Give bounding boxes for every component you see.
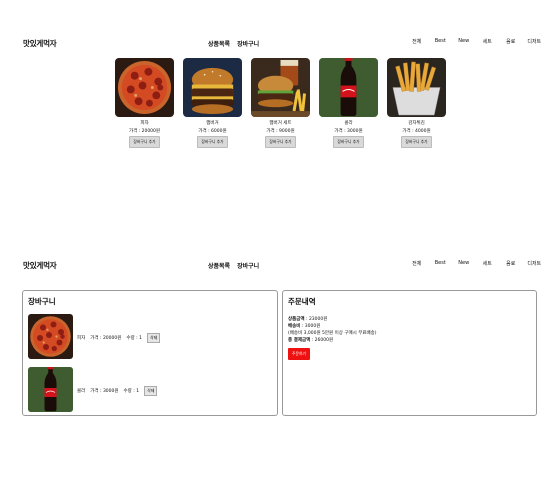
site-logo[interactable]: 맛있게먹자 bbox=[23, 260, 57, 271]
product-name: 피자 bbox=[140, 121, 149, 126]
product-price: 가격 : 20000원 bbox=[128, 129, 161, 134]
product-card: 피자 가격 : 20000원 장바구니 추가 bbox=[115, 58, 174, 148]
burger-image[interactable] bbox=[183, 58, 242, 117]
nav-product-list[interactable]: 상품목록 bbox=[208, 39, 230, 48]
product-name: 콜라 bbox=[344, 121, 353, 126]
cart-title: 장바구니 bbox=[28, 297, 56, 306]
cart-page-header: 맛있게먹자 상품목록 장바구니 전체 Best New 세트 음료 디저트 bbox=[0, 258, 560, 274]
site-logo[interactable]: 맛있게먹자 bbox=[23, 38, 57, 49]
product-name: 햄버거 세트 bbox=[269, 121, 292, 126]
add-to-cart-button[interactable]: 장바구니 추가 bbox=[197, 136, 228, 148]
main-nav: 상품목록 장바구니 bbox=[208, 39, 259, 48]
category-drink[interactable]: 음료 bbox=[499, 260, 523, 267]
product-card: 햄버거 세트 가격 : 9000원 장바구니 추가 bbox=[251, 58, 310, 148]
add-to-cart-button[interactable]: 장바구니 추가 bbox=[129, 136, 160, 148]
cola-image[interactable] bbox=[319, 58, 378, 117]
order-lines: 상품금액 : 23000원 배송비 : 3000원 (배송비 3,000원 5만… bbox=[288, 316, 377, 344]
category-new[interactable]: New bbox=[452, 38, 476, 45]
product-price: 가격 : 9000원 bbox=[266, 129, 295, 134]
category-nav: 전체 Best New 세트 음료 디저트 bbox=[405, 260, 546, 267]
category-dessert[interactable]: 디저트 bbox=[523, 38, 547, 45]
cart-item-name: 콜라 bbox=[77, 389, 86, 394]
product-name: 감자튀김 bbox=[408, 121, 425, 126]
shipping-line: 배송비 : 3000원 bbox=[288, 324, 321, 329]
category-drink[interactable]: 음료 bbox=[499, 38, 523, 45]
category-all[interactable]: 전체 bbox=[405, 38, 429, 45]
cart-item-price: 가격 : 3000원 bbox=[90, 389, 119, 394]
product-price: 가격 : 4000원 bbox=[402, 129, 431, 134]
category-all[interactable]: 전체 bbox=[405, 260, 429, 267]
category-nav: 전체 Best New 세트 음료 디저트 bbox=[405, 38, 546, 45]
cart-item-qty: 수량 : 1 bbox=[126, 336, 142, 341]
place-order-button[interactable]: 주문하기 bbox=[288, 348, 310, 360]
cart-item-name: 피자 bbox=[77, 336, 86, 341]
category-best[interactable]: Best bbox=[429, 260, 453, 267]
subtotal-line: 상품금액 : 23000원 bbox=[288, 317, 328, 322]
shipping-note: (배송비 3,000원 5만원 이상 구매시 무료배송) bbox=[288, 331, 377, 336]
nav-cart[interactable]: 장바구니 bbox=[237, 39, 259, 48]
pizza-image bbox=[28, 314, 73, 359]
category-new[interactable]: New bbox=[452, 260, 476, 267]
add-to-cart-button[interactable]: 장바구니 추가 bbox=[333, 136, 364, 148]
cart-item-price: 가격 : 20000원 bbox=[90, 336, 122, 341]
category-best[interactable]: Best bbox=[429, 38, 453, 45]
order-title: 주문내역 bbox=[288, 297, 316, 306]
product-card: 감자튀김 가격 : 4000원 장바구니 추가 bbox=[387, 58, 446, 148]
cart-item-info: 콜라 가격 : 3000원 수량 : 1 삭제 bbox=[77, 386, 158, 396]
cart-item-qty: 수량 : 1 bbox=[123, 389, 140, 394]
top-header: 맛있게먹자 상품목록 장바구니 전체 Best New 세트 음료 디저트 bbox=[0, 36, 560, 52]
delete-button[interactable]: 삭제 bbox=[146, 333, 161, 343]
product-card: 콜라 가격 : 3000원 장바구니 추가 bbox=[319, 58, 378, 148]
main-nav: 상품목록 장바구니 bbox=[208, 261, 259, 270]
product-name: 햄버거 bbox=[206, 121, 219, 126]
cart-item: 콜라 가격 : 3000원 수량 : 1 삭제 bbox=[28, 367, 268, 413]
add-to-cart-button[interactable]: 장바구니 추가 bbox=[401, 136, 432, 148]
cart-item-info: 피자 가격 : 20000원 수량 : 1 삭제 bbox=[77, 333, 161, 343]
delete-button[interactable]: 삭제 bbox=[144, 386, 158, 396]
order-summary-panel: 주문내역 상품금액 : 23000원 배송비 : 3000원 (배송비 3,00… bbox=[282, 290, 537, 416]
nav-cart[interactable]: 장바구니 bbox=[237, 261, 259, 270]
category-dessert[interactable]: 디저트 bbox=[523, 260, 547, 267]
cola-image bbox=[28, 367, 73, 412]
burger-set-image[interactable] bbox=[251, 58, 310, 117]
add-to-cart-button[interactable]: 장바구니 추가 bbox=[265, 136, 296, 148]
cart-panel: 장바구니 피자 가격 : 20000원 수량 : 1 삭제 콜라 가격 : 30… bbox=[22, 290, 278, 416]
product-card: 햄버거 가격 : 6000원 장바구니 추가 bbox=[183, 58, 242, 148]
total-line: 총 결제금액 : 26000원 bbox=[288, 338, 334, 343]
nav-product-list[interactable]: 상품목록 bbox=[208, 261, 230, 270]
category-set[interactable]: 세트 bbox=[476, 38, 500, 45]
product-price: 가격 : 6000원 bbox=[198, 129, 227, 134]
fries-image[interactable] bbox=[387, 58, 446, 117]
pizza-image[interactable] bbox=[115, 58, 174, 117]
product-price: 가격 : 3000원 bbox=[334, 129, 363, 134]
cart-item: 피자 가격 : 20000원 수량 : 1 삭제 bbox=[28, 314, 268, 360]
product-grid: 피자 가격 : 20000원 장바구니 추가 햄버거 가격 : 6000원 장바… bbox=[115, 58, 446, 148]
category-set[interactable]: 세트 bbox=[476, 260, 500, 267]
